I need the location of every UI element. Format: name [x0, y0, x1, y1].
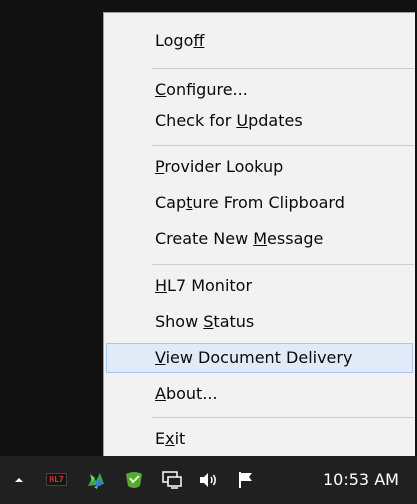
speaker-volume-icon[interactable]	[196, 468, 220, 492]
action-center-flag-icon[interactable]	[234, 468, 258, 492]
network-icon[interactable]	[160, 468, 184, 492]
menu-item-label: Capture From Clipboard	[155, 193, 345, 212]
menu-item-label: HL7 Monitor	[155, 276, 253, 295]
menu-item-exit[interactable]: Exit	[106, 424, 413, 454]
menu-item-about[interactable]: About...	[106, 379, 413, 409]
hl7-icon-text: HL7	[49, 475, 64, 484]
menu-item-label: About...	[155, 384, 218, 403]
menu-item-check-for-updates[interactable]: Check for Updates	[106, 106, 413, 136]
menu-item-logoff[interactable]: Logoff	[106, 26, 413, 56]
menu-item-label: Configure...	[155, 80, 248, 99]
menu-separator	[152, 264, 414, 265]
menu-separator	[152, 68, 414, 69]
tray-context-menu: Logoff Configure... Check for Updates Pr…	[103, 12, 415, 456]
menu-item-configure[interactable]: Configure...	[106, 75, 413, 105]
taskbar-clock[interactable]: 10:53 AM	[323, 470, 399, 490]
menu-item-label: Logoff	[155, 31, 205, 50]
taskbar: HL7 10:53 AM	[0, 456, 417, 504]
menu-item-view-document-delivery[interactable]: View Document Delivery	[106, 343, 413, 373]
green-shield-app-icon[interactable]	[122, 468, 146, 492]
menu-item-label: Check for Updates	[155, 111, 303, 130]
menu-separator	[152, 417, 414, 418]
menu-item-show-status[interactable]: Show Status	[106, 307, 413, 337]
menu-item-provider-lookup[interactable]: Provider Lookup	[106, 152, 413, 182]
menu-item-label: Provider Lookup	[155, 157, 284, 176]
menu-item-label: View Document Delivery	[155, 348, 353, 367]
green-puzzle-app-icon[interactable]	[84, 468, 108, 492]
menu-item-label: Exit	[155, 429, 186, 448]
menu-item-capture-from-clipboard[interactable]: Capture From Clipboard	[106, 188, 413, 218]
menu-item-label: Show Status	[155, 312, 255, 331]
menu-item-label: Create New Message	[155, 229, 324, 248]
menu-item-hl7-monitor[interactable]: HL7 Monitor	[106, 271, 413, 301]
hl7-app-icon[interactable]: HL7	[46, 473, 67, 486]
menu-item-create-new-message[interactable]: Create New Message	[106, 224, 413, 254]
show-hidden-icons-chevron-icon[interactable]	[12, 472, 26, 486]
menu-separator	[152, 145, 414, 146]
